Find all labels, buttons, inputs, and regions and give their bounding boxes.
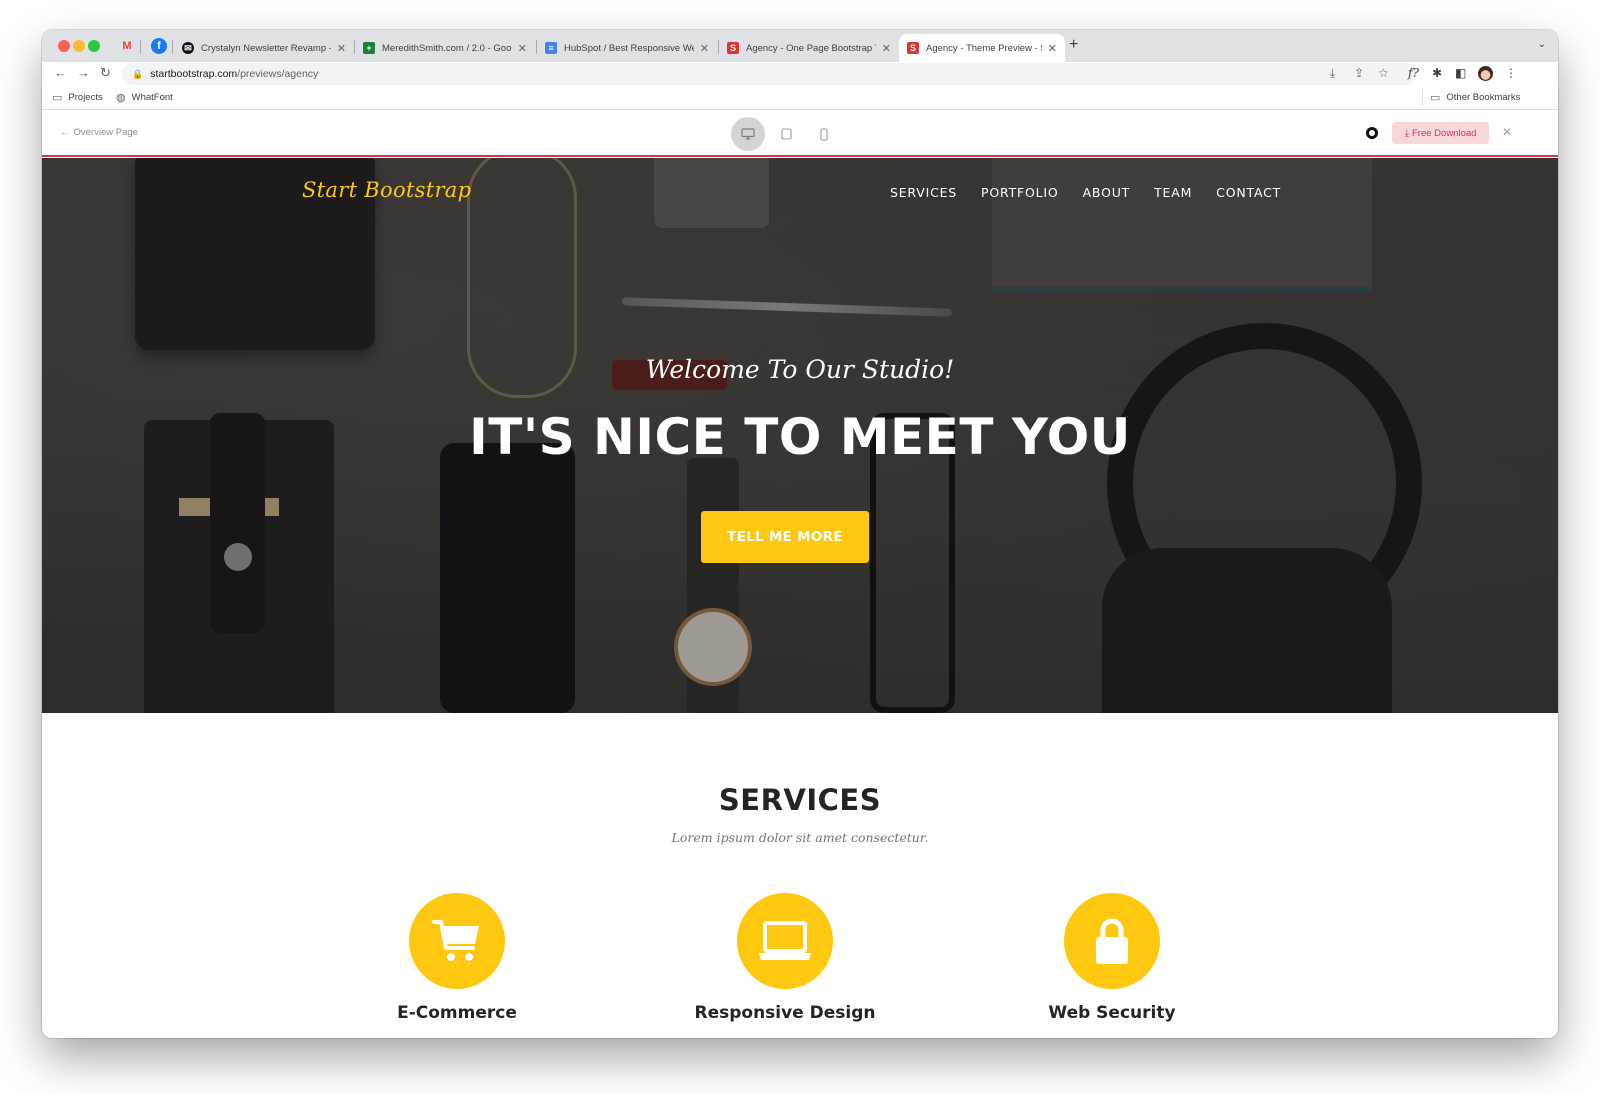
preview-bar: ← Overview Page ⤓ Free Download ✕	[42, 111, 1558, 157]
mobile-icon	[820, 127, 828, 141]
new-tab-button[interactable]: +	[1069, 36, 1078, 54]
lock-icon: 🔒	[132, 68, 144, 79]
service-name: E-Commerce	[397, 1003, 517, 1023]
service-name: Responsive Design	[694, 1003, 876, 1023]
tab-meredithsmith[interactable]: + MeredithSmith.com / 2.0 - Goo ✕	[355, 34, 535, 62]
github-icon[interactable]	[1366, 127, 1378, 139]
service-icon-circle	[409, 893, 505, 989]
hero-heading: IT'S NICE TO MEET YOU	[469, 408, 1131, 466]
desktop-icon	[741, 128, 755, 140]
tab-title: Agency - Theme Preview - Star	[926, 42, 1042, 54]
back-arrow-icon[interactable]: ←	[54, 65, 67, 80]
close-tab-icon[interactable]: ✕	[882, 42, 891, 55]
service-icon-circle	[737, 893, 833, 989]
shopping-cart-icon	[432, 920, 479, 961]
browser-toolbar: ← → ↻ 🔒 startbootstrap.com/previews/agen…	[42, 62, 1558, 86]
tab-title: HubSpot / Best Responsive We	[564, 42, 694, 54]
profile-avatar[interactable]	[1478, 66, 1493, 81]
sheets-icon: +	[363, 42, 375, 54]
close-preview-icon[interactable]: ✕	[1502, 125, 1512, 139]
tablet-icon	[780, 128, 792, 140]
close-tab-icon[interactable]: ✕	[337, 42, 346, 55]
pinned-tab-facebook[interactable]: f	[151, 38, 167, 54]
hero-section: Start Bootstrap SERVICES PORTFOLIO ABOUT…	[42, 158, 1558, 713]
folder-icon: ▭	[1430, 92, 1441, 104]
tab-title: Agency - One Page Bootstrap T	[746, 42, 876, 54]
maximize-window-button[interactable]	[88, 40, 100, 52]
tab-title: MeredithSmith.com / 2.0 - Goo	[382, 42, 512, 54]
services-section: SERVICES Lorem ipsum dolor sit amet cons…	[42, 713, 1558, 1038]
tell-me-more-button[interactable]: TELL ME MORE	[701, 511, 869, 563]
laptop-icon	[759, 921, 811, 960]
tab-separator	[140, 40, 141, 54]
services-subheading: Lorem ipsum dolor sit amet consectetur.	[671, 830, 929, 845]
url-domain: startbootstrap.com	[150, 68, 238, 80]
nav-team[interactable]: TEAM	[1154, 185, 1192, 200]
tab-separator	[172, 40, 173, 54]
startbootstrap-icon: S	[727, 42, 739, 54]
close-tab-icon[interactable]: ✕	[518, 42, 527, 55]
bookmark-label: WhatFont	[131, 92, 173, 103]
tab-title: Crystalyn Newsletter Revamp -	[201, 42, 331, 54]
tab-search-chevron-icon[interactable]: ⌄	[1538, 39, 1546, 50]
tab-crystalyn-newsletter[interactable]: ✉ Crystalyn Newsletter Revamp - ✕	[174, 34, 354, 62]
service-icon-circle	[1064, 893, 1160, 989]
tab-hubspot[interactable]: ≡ HubSpot / Best Responsive We ✕	[537, 34, 717, 62]
other-bookmarks[interactable]: ▭ Other Bookmarks	[1430, 91, 1520, 104]
side-panel-icon[interactable]: ◧	[1455, 66, 1466, 80]
globe-icon: ◍	[116, 92, 126, 104]
hero-subheading: Welcome To Our Studio!	[645, 355, 955, 384]
site-nav: SERVICES PORTFOLIO ABOUT TEAM CONTACT	[890, 185, 1305, 200]
tablet-view-button[interactable]	[769, 117, 803, 151]
tab-strip: M f ✉ Crystalyn Newsletter Revamp - ✕ + …	[42, 30, 1558, 62]
forward-arrow-icon[interactable]: →	[77, 65, 90, 80]
mobile-view-button[interactable]	[807, 117, 841, 151]
reload-icon[interactable]: ↻	[100, 65, 111, 81]
bookmark-star-icon[interactable]: ☆	[1378, 66, 1389, 80]
close-window-button[interactable]	[58, 40, 70, 52]
lock-icon	[1096, 918, 1128, 964]
browser-window: M f ✉ Crystalyn Newsletter Revamp - ✕ + …	[42, 30, 1558, 1038]
download-label: Free Download	[1412, 127, 1477, 139]
bookmark-label: Other Bookmarks	[1446, 92, 1521, 103]
bookmark-whatfont[interactable]: ◍ WhatFont	[116, 91, 173, 104]
extensions-puzzle-icon[interactable]: ✱	[1432, 66, 1442, 80]
install-app-icon[interactable]: ⤓	[1330, 66, 1335, 81]
close-tab-icon[interactable]: ✕	[700, 42, 709, 55]
folder-icon: ▭	[52, 92, 63, 104]
service-item: Responsive Design	[675, 893, 895, 1023]
more-menu-icon[interactable]: ⋮	[1505, 66, 1517, 80]
bookmark-projects[interactable]: ▭ Projects	[52, 91, 103, 104]
startbootstrap-icon: S	[907, 42, 919, 54]
pinned-tab-gmail[interactable]: M	[119, 38, 135, 54]
download-icon: ⤓	[1404, 127, 1409, 139]
address-bar[interactable]: 🔒 startbootstrap.com/previews/agency	[122, 63, 1417, 85]
tab-agency-theme-preview[interactable]: S Agency - Theme Preview - Star ✕	[899, 34, 1065, 62]
free-download-button[interactable]: ⤓ Free Download	[1392, 122, 1489, 144]
tab-agency-one-page[interactable]: S Agency - One Page Bootstrap T ✕	[719, 34, 899, 62]
nav-about[interactable]: ABOUT	[1083, 185, 1131, 200]
nav-services[interactable]: SERVICES	[890, 185, 957, 200]
service-name: Web Security	[1048, 1003, 1176, 1023]
whatfont-extension-icon[interactable]: f?	[1408, 66, 1419, 80]
overview-label: Overview Page	[73, 127, 138, 138]
minimize-window-button[interactable]	[73, 40, 85, 52]
url-path: /previews/agency	[237, 68, 319, 80]
share-icon[interactable]: ⇪	[1354, 66, 1364, 80]
service-item: E-Commerce	[347, 893, 567, 1023]
bookmarks-separator	[1422, 90, 1423, 106]
back-arrow-icon: ←	[60, 127, 70, 138]
nav-contact[interactable]: CONTACT	[1216, 185, 1281, 200]
mailchimp-icon: ✉	[182, 42, 194, 54]
nav-portfolio[interactable]: PORTFOLIO	[981, 185, 1059, 200]
bookmarks-bar: ▭ Projects ◍ WhatFont ▭ Other Bookmarks	[42, 86, 1558, 110]
site-brand-logo[interactable]: Start Bootstrap	[302, 178, 471, 202]
service-item: Web Security	[1002, 893, 1222, 1023]
docs-icon: ≡	[545, 42, 557, 54]
services-heading: SERVICES	[718, 783, 882, 817]
close-tab-icon[interactable]: ✕	[1048, 42, 1057, 55]
bookmark-label: Projects	[68, 92, 103, 103]
overview-page-link[interactable]: ← Overview Page	[60, 127, 138, 138]
desktop-view-button[interactable]	[731, 117, 765, 151]
